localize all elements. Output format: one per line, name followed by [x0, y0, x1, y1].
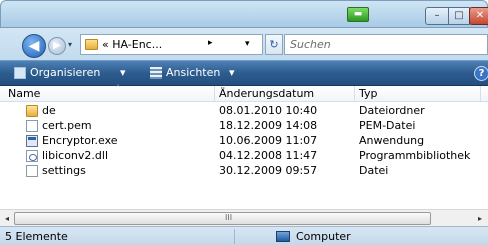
app-icon: ▬: [347, 7, 369, 22]
search-input[interactable]: Suchen: [284, 34, 488, 55]
column-divider[interactable]: [354, 86, 355, 102]
status-bar: 5 Elemente Computer: [0, 226, 488, 245]
breadcrumb-arrow-icon[interactable]: ▸: [208, 38, 213, 48]
file-type: Datei: [359, 164, 389, 177]
file-name: cert.pem: [42, 119, 92, 132]
file-type: Dateiordner: [359, 104, 425, 117]
computer-icon: [276, 231, 290, 242]
horizontal-scrollbar[interactable]: ◂ III ▸: [0, 209, 488, 226]
address-dropdown-icon[interactable]: ▾: [245, 39, 250, 49]
views-icon: [150, 67, 162, 79]
application-icon: [26, 135, 38, 147]
file-date: 30.12.2009 09:57: [219, 164, 318, 177]
file-row[interactable]: de 08.01.2010 10:40 Dateiordner: [0, 104, 488, 118]
maximize-button[interactable]: □: [448, 7, 470, 25]
folder-icon: [85, 39, 98, 50]
refresh-button[interactable]: ↻: [265, 34, 283, 55]
column-header: Name ^ Änderungsdatum Typ: [0, 84, 488, 102]
file-date: 18.12.2009 14:08: [219, 119, 318, 132]
file-name: settings: [42, 164, 86, 177]
status-divider: [234, 229, 235, 244]
close-button[interactable]: ✕: [469, 7, 488, 25]
file-date: 10.06.2009 11:07: [219, 134, 318, 147]
back-button[interactable]: ◀: [22, 34, 46, 58]
column-divider[interactable]: [480, 86, 481, 102]
file-icon: [26, 120, 38, 132]
views-dropdown-icon[interactable]: ▾: [229, 66, 235, 79]
folder-icon: [26, 105, 38, 117]
column-date[interactable]: Änderungsdatum: [219, 87, 314, 100]
help-icon[interactable]: ?: [474, 66, 488, 81]
address-bar[interactable]: « HA-Enc... ▸ ▾: [80, 34, 263, 55]
file-icon: [26, 165, 38, 177]
item-count: 5 Elemente: [5, 230, 68, 243]
scrollbar-grip-icon: III: [225, 213, 233, 222]
command-toolbar: Organisieren ▾ Ansichten ▾ ?: [0, 60, 488, 86]
file-type: PEM-Datei: [359, 119, 416, 132]
file-row[interactable]: libiconv2.dll 04.12.2008 11:47 Programmb…: [0, 149, 488, 163]
file-name: libiconv2.dll: [42, 149, 108, 162]
file-date: 08.01.2010 10:40: [219, 104, 318, 117]
scroll-right-button[interactable]: ▸: [473, 212, 487, 225]
file-row[interactable]: cert.pem 18.12.2009 14:08 PEM-Datei: [0, 119, 488, 133]
column-divider[interactable]: [214, 86, 215, 102]
file-name: de: [42, 104, 56, 117]
file-name: Encryptor.exe: [42, 134, 118, 147]
dll-icon: [26, 150, 38, 162]
scroll-left-button[interactable]: ◂: [0, 212, 14, 225]
recent-pages-dropdown[interactable]: ▾: [68, 40, 72, 49]
location-label: Computer: [296, 230, 351, 243]
window-titlebar: ▬ – □ ✕: [0, 0, 488, 28]
column-type[interactable]: Typ: [359, 87, 378, 100]
search-placeholder: Suchen: [290, 38, 331, 51]
minimize-button[interactable]: –: [425, 7, 449, 25]
file-row[interactable]: settings 30.12.2009 09:57 Datei: [0, 164, 488, 178]
file-type: Anwendung: [359, 134, 425, 147]
forward-button[interactable]: ▶: [48, 37, 66, 55]
breadcrumb[interactable]: « HA-Enc...: [102, 38, 162, 51]
organize-button[interactable]: Organisieren: [30, 66, 100, 79]
organize-icon: [14, 67, 26, 79]
file-date: 04.12.2008 11:47: [219, 149, 318, 162]
file-row[interactable]: Encryptor.exe 10.06.2009 11:07 Anwendung: [0, 134, 488, 148]
scrollbar-thumb[interactable]: III: [14, 212, 431, 225]
organize-dropdown-icon[interactable]: ▾: [120, 66, 126, 79]
sort-ascending-icon: ^: [115, 84, 121, 92]
column-name[interactable]: Name: [8, 87, 40, 100]
file-type: Programmbibliothek: [359, 149, 471, 162]
views-button[interactable]: Ansichten: [166, 66, 220, 79]
